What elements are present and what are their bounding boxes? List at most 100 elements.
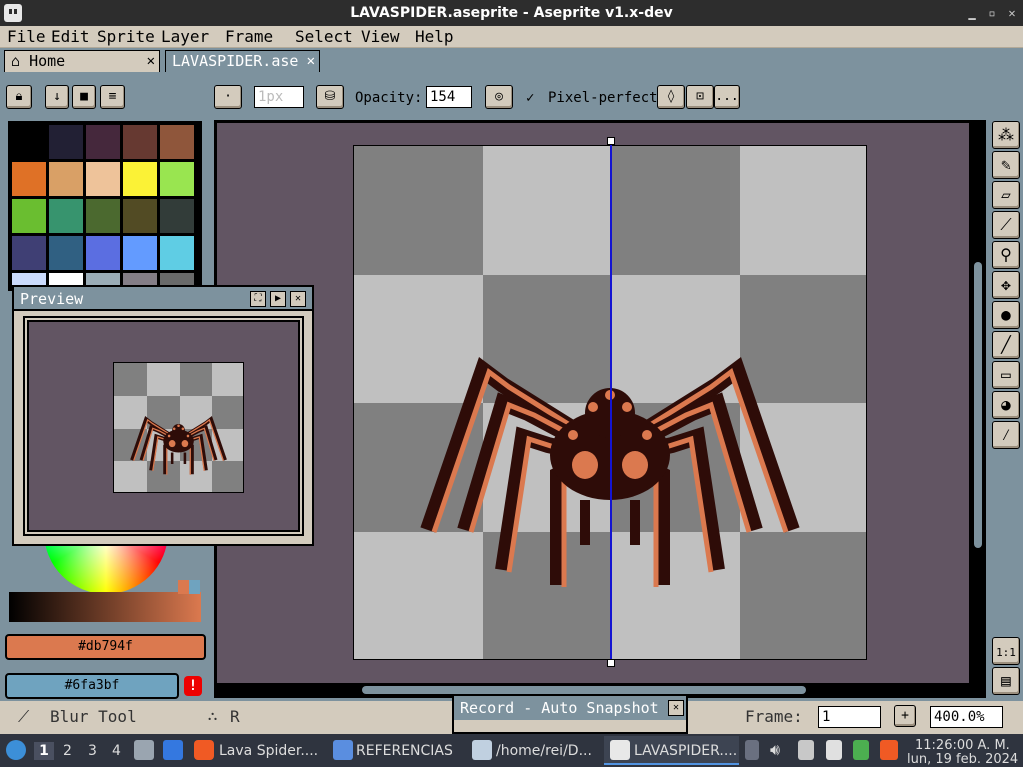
- tray-arrow-icon[interactable]: [745, 740, 759, 760]
- menu-select[interactable]: Select: [295, 26, 353, 48]
- menu-frame[interactable]: Frame: [225, 26, 273, 48]
- paint-bucket-icon[interactable]: ●: [992, 301, 1020, 329]
- palette-swatch[interactable]: [12, 162, 46, 196]
- tab-home[interactable]: ⌂ Home ✕: [4, 50, 160, 72]
- record-close-icon[interactable]: ✕: [668, 700, 684, 716]
- close-tab-icon[interactable]: ✕: [307, 51, 315, 71]
- close-window-icon[interactable]: ✕: [1004, 5, 1020, 21]
- desktop-icon[interactable]: [163, 740, 183, 760]
- menu-view[interactable]: View: [361, 26, 400, 48]
- brave-tray-icon[interactable]: [880, 740, 898, 760]
- workspace-1[interactable]: 1: [34, 742, 54, 760]
- menu-sprite[interactable]: Sprite: [97, 26, 155, 48]
- zoom-input[interactable]: 400.0%: [930, 706, 1003, 728]
- start-menu-icon[interactable]: [6, 740, 26, 760]
- color-palette[interactable]: [8, 121, 202, 291]
- horizontal-scroll-thumb[interactable]: [362, 686, 806, 694]
- network-icon[interactable]: [798, 740, 814, 760]
- task-lava-spider[interactable]: Lava Spider....: [219, 742, 318, 760]
- task-home-rei[interactable]: /home/rei/D...: [496, 742, 592, 760]
- volume-icon[interactable]: 🔊︎: [770, 740, 788, 760]
- aseprite-task-icon[interactable]: [610, 740, 630, 760]
- brush-type-button[interactable]: ·: [214, 85, 242, 109]
- contour-icon[interactable]: ◕: [992, 391, 1020, 419]
- tab-lavaspider[interactable]: LAVASPIDER.ase ✕: [165, 50, 320, 72]
- eraser-icon[interactable]: ▱: [992, 181, 1020, 209]
- preview-play-icon[interactable]: ▶: [270, 291, 286, 307]
- ink-options-icon[interactable]: ◎: [485, 85, 513, 109]
- file-manager-icon[interactable]: [134, 740, 154, 760]
- menu-help[interactable]: Help: [415, 26, 454, 48]
- palette-swatch[interactable]: [49, 236, 83, 270]
- task-referencias[interactable]: REFERENCIAS: [356, 742, 453, 760]
- record-title-bar[interactable]: Record - Auto Snapshot: [454, 696, 686, 720]
- menu-edit[interactable]: Edit: [51, 26, 90, 48]
- palette-swatch[interactable]: [160, 125, 194, 159]
- minimize-icon[interactable]: ▁: [964, 5, 980, 21]
- palette-swatch[interactable]: [49, 125, 83, 159]
- tiled-mode-icon[interactable]: ⊡: [686, 85, 714, 109]
- move-icon[interactable]: ✥: [992, 271, 1020, 299]
- folder-icon[interactable]: [333, 740, 353, 760]
- palette-swatch[interactable]: [123, 125, 157, 159]
- palette-swatch[interactable]: [160, 199, 194, 233]
- symmetry-handle-top[interactable]: [607, 137, 615, 145]
- clock-date[interactable]: lun, 19 feb. 2024: [907, 751, 1018, 767]
- preview-close-icon[interactable]: ✕: [290, 291, 306, 307]
- palette-swatch[interactable]: [86, 199, 120, 233]
- palette-swatch[interactable]: [86, 162, 120, 196]
- foreground-color-button[interactable]: #db794f: [5, 634, 206, 660]
- workspace-2[interactable]: 2: [63, 742, 72, 760]
- menu-layer[interactable]: Layer: [161, 26, 209, 48]
- symmetry-handle-bottom[interactable]: [607, 659, 615, 667]
- preview-viewport[interactable]: [27, 320, 300, 532]
- workspace-3[interactable]: 3: [88, 742, 97, 760]
- palette-swatch[interactable]: [86, 125, 120, 159]
- pixel-perfect-checkbox-icon[interactable]: ✓: [526, 87, 534, 109]
- palette-down-icon[interactable]: ↓: [45, 85, 69, 109]
- vertical-scroll-thumb[interactable]: [974, 262, 982, 548]
- pencil-icon[interactable]: ✎: [992, 151, 1020, 179]
- rectangle-icon[interactable]: ▭: [992, 361, 1020, 389]
- palette-square-icon[interactable]: ■: [72, 85, 96, 109]
- add-frame-icon[interactable]: +: [894, 705, 916, 727]
- palette-swatch[interactable]: [86, 236, 120, 270]
- palette-swatch[interactable]: [12, 199, 46, 233]
- background-color-button[interactable]: #6fa3bf: [5, 673, 179, 699]
- frame-input[interactable]: 1: [818, 706, 881, 728]
- symmetry-guide-line[interactable]: [610, 141, 612, 663]
- palette-swatch[interactable]: [123, 236, 157, 270]
- palette-swatch[interactable]: [160, 236, 194, 270]
- color-shades-bar[interactable]: [9, 592, 201, 622]
- film-timeline-icon[interactable]: ▤: [992, 667, 1020, 695]
- shield-check-icon[interactable]: [853, 740, 869, 760]
- task-lavaspider[interactable]: LAVASPIDER....: [634, 742, 737, 760]
- palette-menu-icon[interactable]: ≡: [100, 85, 125, 109]
- ink-stamp-icon[interactable]: ⛁: [316, 85, 344, 109]
- color-wheel[interactable]: [44, 546, 168, 594]
- menu-file[interactable]: File: [7, 26, 46, 48]
- editor-icon[interactable]: [472, 740, 492, 760]
- marquee-wand-icon[interactable]: ⁂: [992, 121, 1020, 149]
- palette-swatch[interactable]: [123, 162, 157, 196]
- one-to-one-icon[interactable]: 1:1: [992, 637, 1020, 665]
- shade-ramp[interactable]: [178, 580, 200, 594]
- lock-icon[interactable]: 🔒︎: [6, 85, 32, 109]
- close-tab-icon[interactable]: ✕: [147, 51, 155, 71]
- maximize-icon[interactable]: ▫: [984, 5, 1000, 21]
- eyedropper-icon[interactable]: ⟋: [992, 211, 1020, 239]
- line-icon[interactable]: ╱: [992, 331, 1020, 359]
- warning-icon[interactable]: !: [184, 676, 202, 696]
- clipboard-icon[interactable]: [826, 740, 842, 760]
- symmetry-icon[interactable]: ◊: [657, 85, 685, 109]
- zoom-icon[interactable]: ⚲: [992, 241, 1020, 269]
- preview-fullscreen-icon[interactable]: ⛶: [250, 291, 266, 307]
- palette-swatch[interactable]: [12, 236, 46, 270]
- palette-swatch[interactable]: [12, 125, 46, 159]
- preview-title-bar[interactable]: Preview: [14, 287, 312, 311]
- palette-swatch[interactable]: [49, 199, 83, 233]
- workspace-4[interactable]: 4: [112, 742, 121, 760]
- brave-browser-icon[interactable]: [194, 740, 214, 760]
- brush-size-input[interactable]: 1px: [254, 86, 304, 108]
- blur-icon[interactable]: ⁄: [992, 421, 1020, 449]
